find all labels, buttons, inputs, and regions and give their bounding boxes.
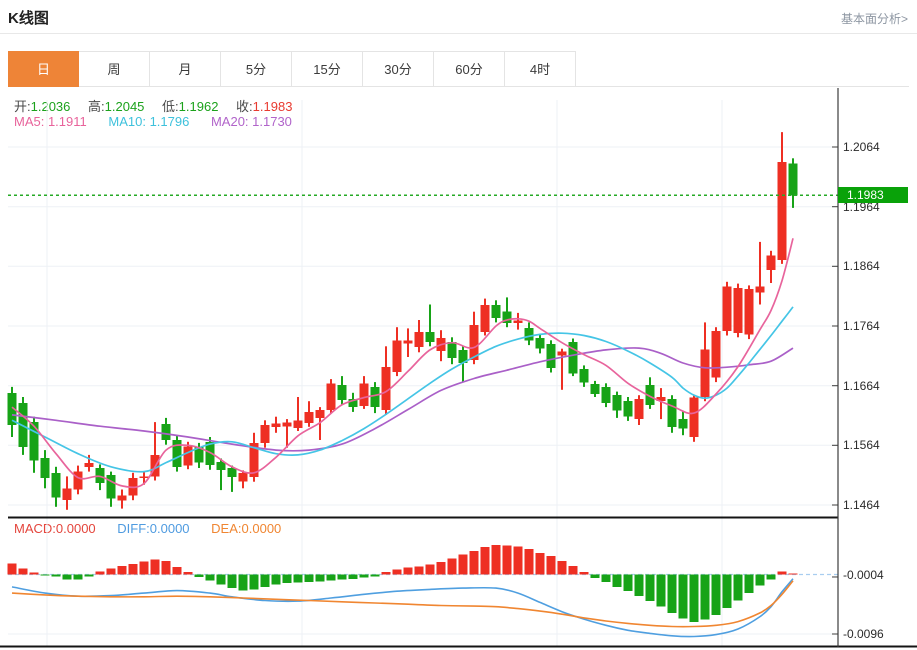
kline-chart-canvas[interactable] — [0, 0, 917, 650]
last-price-tag: 1.1983 — [838, 187, 908, 203]
